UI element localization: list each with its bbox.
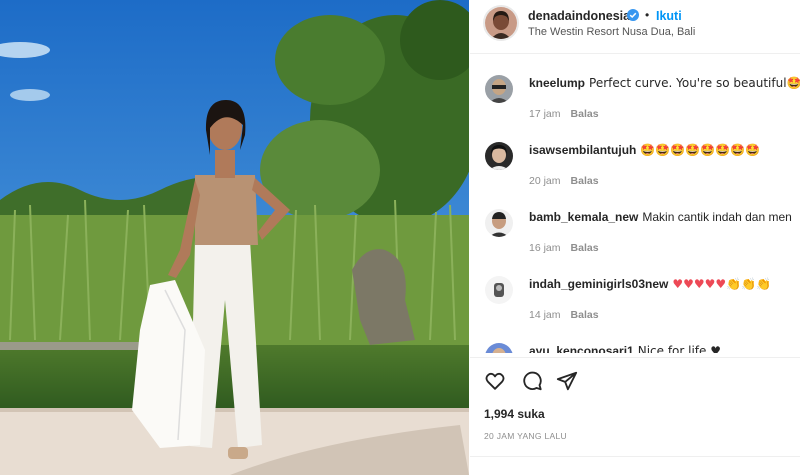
separator-dot: • xyxy=(645,8,650,22)
commenter-avatar-image xyxy=(485,75,513,103)
comment-body: Makin cantik indah dan men xyxy=(642,210,792,224)
commenter-avatar-image xyxy=(485,142,513,170)
commenter-avatar[interactable] xyxy=(485,142,513,170)
reply-button[interactable]: Balas xyxy=(571,309,599,321)
comment-meta: 14 jam Balas xyxy=(529,309,599,321)
comment-meta: 16 jam Balas xyxy=(529,242,599,254)
comment-text-line: bamb_kemala_new Makin cantik indah dan me… xyxy=(529,210,792,224)
comment-body: Nice for life ♥ xyxy=(637,344,721,353)
comment-username[interactable]: indah_geminigirls03new xyxy=(529,277,668,291)
comment-item: isawsembilantujuh 🤩🤩🤩🤩🤩🤩🤩🤩 20 jam Balas xyxy=(470,122,800,187)
comment-icon[interactable] xyxy=(521,370,543,392)
comment-item: kneelump Perfect curve. You're so beautif… xyxy=(470,55,800,120)
comment-time: 14 jam xyxy=(529,309,561,321)
verified-badge-icon xyxy=(627,9,639,21)
author-avatar-image xyxy=(485,7,517,39)
comment-item: indah_geminigirls03new ♥♥♥♥♥👏👏👏 14 jam Bal… xyxy=(470,256,800,321)
comment-text-line: isawsembilantujuh 🤩🤩🤩🤩🤩🤩🤩🤩 xyxy=(529,143,760,157)
commenter-avatar-image xyxy=(485,209,513,237)
comment-body: Perfect curve. You're so beautiful🤩 xyxy=(589,76,800,90)
header-divider xyxy=(470,53,800,54)
comment-time: 17 jam xyxy=(529,108,561,120)
reply-button[interactable]: Balas xyxy=(571,175,599,187)
comment-text-line: indah_geminigirls03new ♥♥♥♥♥👏👏👏 xyxy=(529,277,771,291)
comment-meta: 20 jam Balas xyxy=(529,175,599,187)
comment-item: ayu_kenconosari1 Nice for life ♥ xyxy=(470,323,800,353)
commenter-avatar[interactable] xyxy=(485,209,513,237)
reply-button[interactable]: Balas xyxy=(571,242,599,254)
comment-time: 16 jam xyxy=(529,242,561,254)
reply-button[interactable]: Balas xyxy=(571,108,599,120)
comments-list[interactable]: kneelump Perfect curve. You're so beautif… xyxy=(470,55,800,353)
comment-item: bamb_kemala_new Makin cantik indah dan me… xyxy=(470,189,800,254)
comment-username[interactable]: bamb_kemala_new xyxy=(529,210,638,224)
author-username[interactable]: denadaindonesia xyxy=(528,9,630,23)
comment-username[interactable]: kneelump xyxy=(529,76,585,90)
comment-text-line: ayu_kenconosari1 Nice for life ♥ xyxy=(529,344,721,353)
follow-button[interactable]: Ikuti xyxy=(656,9,682,23)
commenter-avatar-image xyxy=(485,276,513,304)
post-side-panel: denadaindonesia • Ikuti The Westin Resor… xyxy=(470,0,800,475)
actions-divider xyxy=(470,357,800,358)
bottom-divider xyxy=(470,456,800,457)
comment-meta: 17 jam Balas xyxy=(529,108,599,120)
post-timestamp: 20 JAM YANG LALU xyxy=(484,431,567,441)
like-count[interactable]: 1,994 suka xyxy=(484,407,545,421)
comment-text-line: kneelump Perfect curve. You're so beautif… xyxy=(529,76,800,90)
post-location[interactable]: The Westin Resort Nusa Dua, Bali xyxy=(528,26,695,38)
post-image xyxy=(0,0,469,475)
commenter-avatar[interactable] xyxy=(485,276,513,304)
comment-username[interactable]: isawsembilantujuh xyxy=(529,143,636,157)
commenter-avatar[interactable] xyxy=(485,75,513,103)
commenter-avatar[interactable] xyxy=(485,343,513,353)
share-icon[interactable] xyxy=(556,370,578,392)
heart-icon[interactable] xyxy=(484,370,506,392)
commenter-avatar-image xyxy=(485,343,513,353)
post-actions xyxy=(484,370,784,392)
post-photo[interactable] xyxy=(0,0,469,475)
comment-body: 🤩🤩🤩🤩🤩🤩🤩🤩 xyxy=(640,143,760,157)
comment-username[interactable]: ayu_kenconosari1 xyxy=(529,344,634,353)
comment-body: ♥♥♥♥♥👏👏👏 xyxy=(672,277,771,291)
author-avatar[interactable] xyxy=(483,5,519,41)
post-header: denadaindonesia • Ikuti The Westin Resor… xyxy=(470,0,800,46)
comment-time: 20 jam xyxy=(529,175,561,187)
